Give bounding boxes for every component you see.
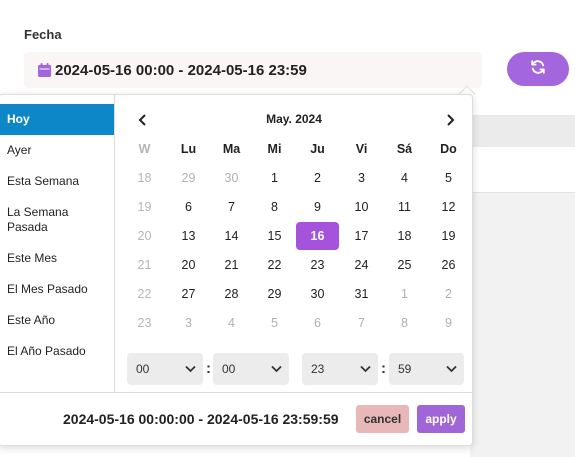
calendar-day[interactable]: 17 <box>340 222 383 250</box>
apply-button[interactable]: apply <box>417 405 465 433</box>
date-range-picker: Hoy Ayer Esta Semana La Semana Pasada Es… <box>0 94 473 446</box>
calendar-day[interactable]: 9 <box>427 309 470 337</box>
calendar-day[interactable]: 21 <box>210 251 253 279</box>
calendar-day[interactable]: 22 <box>253 251 296 279</box>
preset-ranges: Hoy Ayer Esta Semana La Semana Pasada Es… <box>0 95 115 392</box>
chevron-down-icon <box>271 365 282 373</box>
time-separator: : <box>381 360 386 377</box>
calendar-day[interactable]: 5 <box>253 309 296 337</box>
selected-range-text: 2024-05-16 00:00:00 - 2024-05-16 23:59:5… <box>63 411 339 427</box>
calendar-day[interactable]: 24 <box>340 251 383 279</box>
calendar-day[interactable]: 4 <box>383 164 426 192</box>
week-number: 20 <box>137 229 152 243</box>
calendar-day[interactable]: 11 <box>383 193 426 221</box>
week-column-header: W <box>138 142 151 156</box>
time-separator: : <box>206 360 211 377</box>
calendar-day[interactable]: 29 <box>253 280 296 308</box>
end-hour-select[interactable]: 23 <box>302 353 378 385</box>
calendar-day[interactable]: 6 <box>296 309 339 337</box>
week-number: 21 <box>137 258 152 272</box>
refresh-icon <box>530 59 546 80</box>
next-month-button[interactable] <box>442 112 458 128</box>
date-field-label: Fecha <box>24 27 62 42</box>
calendar-day[interactable]: 29 <box>167 164 210 192</box>
calendar-day[interactable]: 9 <box>296 193 339 221</box>
calendar-day[interactable]: 23 <box>296 251 339 279</box>
range-item-el-ano-pasado[interactable]: El Año Pasado <box>0 344 114 359</box>
weekday-header: Ju <box>310 142 325 156</box>
start-minute-select[interactable]: 00 <box>213 353 289 385</box>
range-item-esta-semana[interactable]: Esta Semana <box>0 174 114 189</box>
calendar-day[interactable]: 25 <box>383 251 426 279</box>
refresh-button[interactable] <box>507 52 569 86</box>
calendar-day[interactable]: 13 <box>167 222 210 250</box>
calendar-day[interactable]: 8 <box>383 309 426 337</box>
start-hour-select[interactable]: 00 <box>127 353 203 385</box>
cancel-button[interactable]: cancel <box>356 405 409 433</box>
calendar-day[interactable]: 1 <box>383 280 426 308</box>
week-number: 23 <box>137 316 152 330</box>
calendar-icon <box>38 63 51 77</box>
weekday-header: Mi <box>267 142 282 156</box>
calendar-day[interactable]: 3 <box>167 309 210 337</box>
calendar-day[interactable]: 31 <box>340 280 383 308</box>
weekday-header: Lu <box>180 142 197 156</box>
background-table-body <box>470 193 575 457</box>
picker-footer: 2024-05-16 00:00:00 - 2024-05-16 23:59:5… <box>0 392 472 446</box>
range-item-la-semana-pasada[interactable]: La Semana Pasada <box>0 205 74 235</box>
range-item-el-mes-pasado[interactable]: El Mes Pasado <box>0 282 114 297</box>
calendar-day[interactable]: 7 <box>340 309 383 337</box>
calendar-day[interactable]: 10 <box>340 193 383 221</box>
calendar-day[interactable]: 1 <box>253 164 296 192</box>
chevron-down-icon <box>185 365 196 373</box>
calendar-day[interactable]: 14 <box>210 222 253 250</box>
calendar-day[interactable]: 2 <box>427 280 470 308</box>
calendar-day[interactable]: 3 <box>340 164 383 192</box>
chevron-right-icon <box>447 114 455 126</box>
chevron-down-icon <box>446 365 457 373</box>
range-item-ayer[interactable]: Ayer <box>0 143 114 158</box>
week-number: 22 <box>137 287 152 301</box>
background-table-row <box>470 147 575 193</box>
start-hour-value: 00 <box>136 362 150 376</box>
calendar-day[interactable]: 19 <box>427 222 470 250</box>
weekday-header: Do <box>440 142 457 156</box>
calendar-day-selected[interactable]: 16 <box>296 222 339 250</box>
weekday-header: Vi <box>355 142 368 156</box>
calendar-day[interactable]: 15 <box>253 222 296 250</box>
end-hour-value: 23 <box>311 362 325 376</box>
date-range-value: 2024-05-16 00:00 - 2024-05-16 23:59 <box>55 61 307 79</box>
end-minute-value: 59 <box>398 362 412 376</box>
calendar-day[interactable]: 18 <box>383 222 426 250</box>
calendar-day[interactable]: 28 <box>210 280 253 308</box>
week-number: 19 <box>137 200 152 214</box>
calendar-day[interactable]: 12 <box>427 193 470 221</box>
background-table-header <box>470 115 575 147</box>
calendar-day[interactable]: 4 <box>210 309 253 337</box>
calendar-day[interactable]: 2 <box>296 164 339 192</box>
calendar-day[interactable]: 5 <box>427 164 470 192</box>
week-number: 18 <box>137 171 152 185</box>
month-title: May. 2024 <box>266 112 322 126</box>
range-item-este-mes[interactable]: Este Mes <box>0 251 114 266</box>
calendar-day[interactable]: 30 <box>296 280 339 308</box>
calendar-day[interactable]: 30 <box>210 164 253 192</box>
calendar-day[interactable]: 7 <box>210 193 253 221</box>
end-minute-select[interactable]: 59 <box>389 353 464 385</box>
date-range-input[interactable]: 2024-05-16 00:00 - 2024-05-16 23:59 <box>24 52 482 88</box>
calendar-day[interactable]: 26 <box>427 251 470 279</box>
calendar-day[interactable]: 8 <box>253 193 296 221</box>
chevron-down-icon <box>360 365 371 373</box>
range-item-hoy[interactable]: Hoy <box>0 104 114 135</box>
calendar-day[interactable]: 27 <box>167 280 210 308</box>
calendar-day[interactable]: 20 <box>167 251 210 279</box>
calendar-day[interactable]: 6 <box>167 193 210 221</box>
weekday-header: Sá <box>396 142 413 156</box>
weekday-header: Ma <box>222 142 241 156</box>
range-item-este-ano[interactable]: Este Año <box>0 313 114 328</box>
start-minute-value: 00 <box>222 362 236 376</box>
